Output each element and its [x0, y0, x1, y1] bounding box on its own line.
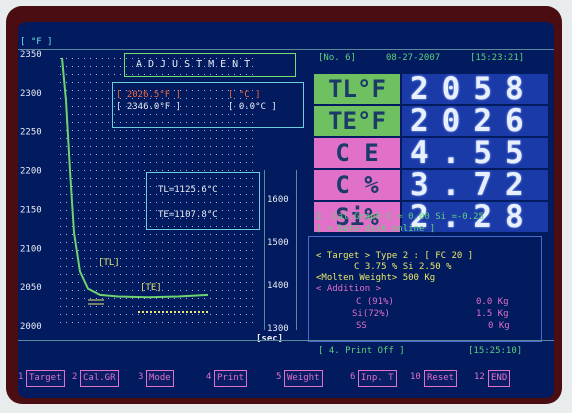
- record-number: [No. 6]: [318, 53, 356, 63]
- function-key-inp-t[interactable]: Inp. T: [358, 370, 397, 387]
- function-key-number: 6: [350, 372, 356, 382]
- reading-label: C %: [314, 170, 400, 200]
- addition-ss-label: SS: [356, 321, 367, 331]
- reading-value: 4.55: [410, 135, 537, 171]
- te-summary: TE=1107.8°C: [158, 210, 218, 220]
- function-key-number: 2: [72, 372, 78, 382]
- y-tick-label: 2100: [20, 244, 42, 254]
- function-key-number: 5: [276, 372, 282, 382]
- x-tick-label: 1500: [267, 238, 289, 248]
- x-tick-label: 1400: [267, 281, 289, 291]
- time-readout: [15:23:21]: [470, 53, 525, 63]
- print-status: [ 4. Print Off ]: [318, 346, 405, 356]
- status-divider: [18, 340, 554, 341]
- y-tick-label: 2300: [20, 89, 42, 99]
- addition-c-value: 0.0 Kg: [476, 297, 509, 307]
- cal-graph-line: 2. Cal.Graph C = 0.00 Si =-0.25: [316, 212, 484, 222]
- tl-summary: TL=1125.6°C: [158, 185, 218, 195]
- function-key-print[interactable]: Print: [214, 370, 248, 387]
- reading-value: 3.72: [410, 167, 537, 203]
- y-tick-label: 2150: [20, 205, 42, 215]
- scale-divider-2: [296, 170, 297, 330]
- function-key-end[interactable]: END: [488, 370, 511, 387]
- function-key-number: 10: [410, 372, 421, 382]
- scale-divider: [264, 170, 265, 330]
- x-tick-label: 1300: [267, 324, 289, 334]
- reading-value: 2026: [410, 103, 537, 139]
- y-tick-label: 2200: [20, 167, 42, 177]
- function-key-weight[interactable]: Weight: [284, 370, 323, 387]
- y-tick-label: 2000: [20, 322, 42, 332]
- function-key-number: 12: [474, 372, 485, 382]
- x-unit-label: [sec]: [256, 334, 284, 344]
- y-tick-label: 2250: [20, 128, 42, 138]
- temp-c-initial: [ 0.0°C ]: [228, 102, 277, 112]
- addition-ss-value: 0 Kg: [488, 321, 510, 331]
- y-tick-label: 2050: [20, 283, 42, 293]
- x-tick-label: 1600: [267, 195, 289, 205]
- status-time: [15:25:10]: [468, 346, 523, 356]
- tl-marker-label: [TL]: [98, 258, 120, 268]
- function-key-reset[interactable]: Reset: [424, 370, 458, 387]
- addition-c-label: C (91%): [356, 297, 394, 307]
- date-readout: 08-27-2007: [386, 53, 441, 63]
- reading-label: TE°F: [314, 106, 400, 136]
- target-composition: C 3.75 % Si 2.50 %: [354, 262, 452, 272]
- function-key-target[interactable]: Target: [26, 370, 65, 387]
- temp-f-current: [ 2026.5°F ]: [116, 90, 182, 100]
- reading-label: C E: [314, 138, 400, 168]
- reading-label: TL°F: [314, 74, 400, 104]
- reading-value: 2058: [410, 71, 537, 107]
- function-key-cal-gr[interactable]: Cal.GR: [80, 370, 119, 387]
- addition-header: < Addition >: [316, 284, 382, 294]
- addition-si-value: 1.5 Kg: [476, 309, 509, 319]
- addition-si-label: Si(72%): [352, 309, 390, 319]
- tl-te-summary-box: [146, 172, 260, 230]
- mode-title: ADJUSTMENT: [136, 59, 257, 70]
- temp-c-current: [ °C ]: [228, 90, 261, 100]
- crt-screen: [ °F ] [No. 6] 08-27-2007 [15:23:21] 235…: [18, 22, 554, 398]
- function-key-number: 1: [18, 372, 24, 382]
- target-type: < Target > Type 2 : [ FC 20 ]: [316, 251, 474, 261]
- unit-label: [ °F ]: [20, 37, 53, 47]
- data-disk-status: [ = Data disk online ]: [316, 224, 436, 234]
- function-key-number: 3: [138, 372, 144, 382]
- molten-weight: <Molten Weight> 500 Kg: [316, 273, 436, 283]
- temp-f-initial: [ 2346.0°F ]: [116, 102, 182, 112]
- function-key-mode[interactable]: Mode: [146, 370, 174, 387]
- te-marker-label: [TE]: [140, 283, 162, 293]
- y-tick-label: 2350: [20, 50, 42, 60]
- function-key-number: 4: [206, 372, 212, 382]
